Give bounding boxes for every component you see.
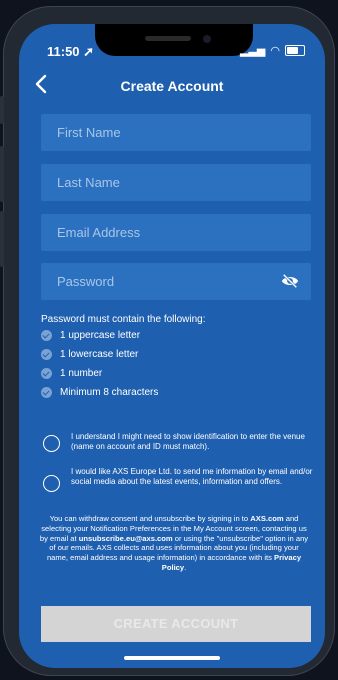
email-placeholder: Email Address: [57, 225, 141, 240]
speaker: [145, 36, 191, 41]
rule-text: 1 uppercase letter: [60, 330, 141, 341]
rule-item: Minimum 8 characters: [41, 387, 158, 398]
volume-down-button: [0, 211, 4, 267]
id-consent-text: I understand I might need to show identi…: [71, 432, 305, 451]
location-icon: ➚: [83, 44, 95, 59]
status-icons: ▂▃▅ ◠: [240, 44, 305, 57]
status-time: 11:50 ➚: [47, 44, 94, 60]
time-text: 11:50: [47, 44, 80, 59]
rule-text: Minimum 8 characters: [60, 387, 159, 398]
first-name-field[interactable]: First Name: [41, 114, 311, 151]
app-screen: 11:50 ➚ ▂▃▅ ◠ Create Account First Name …: [19, 24, 325, 668]
password-placeholder: Password: [57, 274, 115, 289]
phone-frame: 11:50 ➚ ▂▃▅ ◠ Create Account First Name …: [0, 6, 335, 676]
signal-icon: ▂▃▅: [240, 45, 266, 57]
first-name-placeholder: First Name: [57, 125, 121, 140]
check-icon: [41, 349, 52, 360]
last-name-placeholder: Last Name: [57, 175, 120, 190]
camera: [203, 35, 211, 43]
battery-icon: [285, 45, 305, 56]
marketing-consent-radio[interactable]: [43, 475, 60, 492]
password-field[interactable]: Password: [41, 263, 311, 300]
check-icon: [41, 387, 52, 398]
privacy-notice: You can withdraw consent and unsubscribe…: [39, 514, 309, 573]
notice-text: You can withdraw consent and unsubscribe…: [49, 514, 251, 523]
page-title: Create Account: [120, 78, 224, 94]
notice-text: .: [184, 562, 187, 572]
last-name-field[interactable]: Last Name: [41, 164, 311, 201]
unsubscribe-email-link[interactable]: unsubscribe.eu@axs.com: [79, 534, 173, 543]
wifi-icon: ◠: [270, 45, 280, 57]
rule-item: 1 number: [41, 368, 102, 379]
password-rules-heading: Password must contain the following:: [41, 314, 206, 325]
volume-up-button: [0, 146, 4, 202]
id-consent-radio[interactable]: [43, 435, 60, 452]
email-field[interactable]: Email Address: [41, 214, 311, 251]
rule-text: 1 number: [60, 368, 103, 379]
check-icon: [41, 330, 52, 341]
eye-off-icon[interactable]: [281, 273, 299, 289]
home-indicator[interactable]: [124, 656, 220, 660]
mute-switch: [0, 96, 4, 124]
notch: [95, 24, 253, 56]
rule-item: 1 lowercase letter: [41, 349, 138, 360]
create-account-button[interactable]: CREATE ACCOUNT: [41, 606, 311, 642]
marketing-consent-text: I would like AXS Europe Ltd. to send me …: [71, 467, 313, 486]
rule-item: 1 uppercase letter: [41, 330, 140, 341]
axs-link[interactable]: AXS.com: [250, 514, 283, 523]
check-icon: [41, 368, 52, 379]
rule-text: 1 lowercase letter: [60, 349, 139, 360]
